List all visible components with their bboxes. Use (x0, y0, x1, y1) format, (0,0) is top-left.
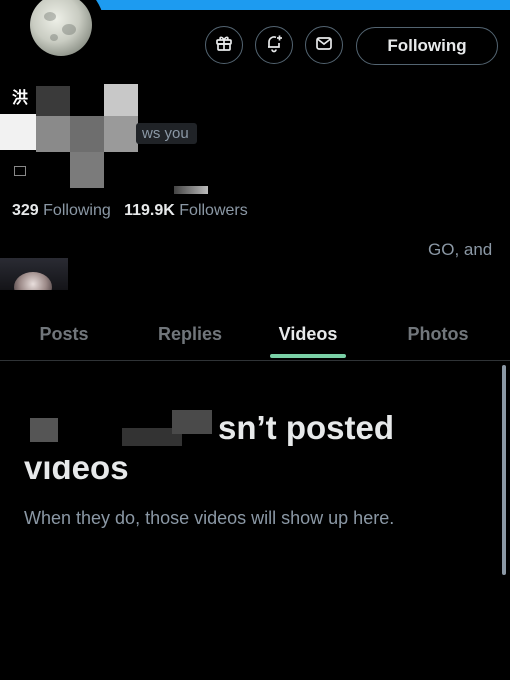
redacted-line2-top (22, 448, 152, 460)
followers-link[interactable]: 119.9K Followers (124, 202, 248, 219)
empty-title-line1: sn’t posted (218, 409, 395, 446)
gift-button[interactable] (205, 26, 243, 64)
bio-fragment: GO, and (428, 240, 493, 259)
message-button[interactable] (305, 26, 343, 64)
tab-posts[interactable]: Posts (0, 310, 128, 358)
banner-image (60, 0, 510, 10)
notification-subscribe-button[interactable] (255, 26, 293, 64)
profile-tabs: Posts Replies Videos Photos (0, 310, 510, 361)
tab-videos[interactable]: Videos (252, 310, 364, 358)
gift-icon (214, 33, 234, 58)
tab-photos[interactable]: Photos (372, 310, 504, 358)
empty-state-subtitle: When they do, those videos will show up … (24, 508, 395, 528)
following-link[interactable]: 329 Following (12, 202, 115, 219)
redacted-title-block (22, 410, 212, 448)
follows-you-badge: ws you (136, 123, 197, 144)
following-label: Following (43, 202, 111, 219)
tab-replies[interactable]: Replies (128, 310, 252, 358)
mail-icon (314, 33, 334, 58)
scrollbar[interactable] (502, 365, 506, 575)
notification-plus-icon (264, 33, 284, 58)
moon-avatar-image (30, 0, 92, 56)
profile-stats: 329 Following 119.9K Followers (12, 202, 248, 220)
following-button[interactable]: Following (356, 27, 498, 65)
followers-count: 119.9K (124, 202, 175, 219)
avatar[interactable] (18, 0, 104, 68)
following-count: 329 (12, 202, 39, 219)
followers-label: Followers (179, 202, 248, 219)
active-tab-indicator (270, 354, 346, 358)
followed-by-avatar[interactable] (0, 258, 68, 290)
